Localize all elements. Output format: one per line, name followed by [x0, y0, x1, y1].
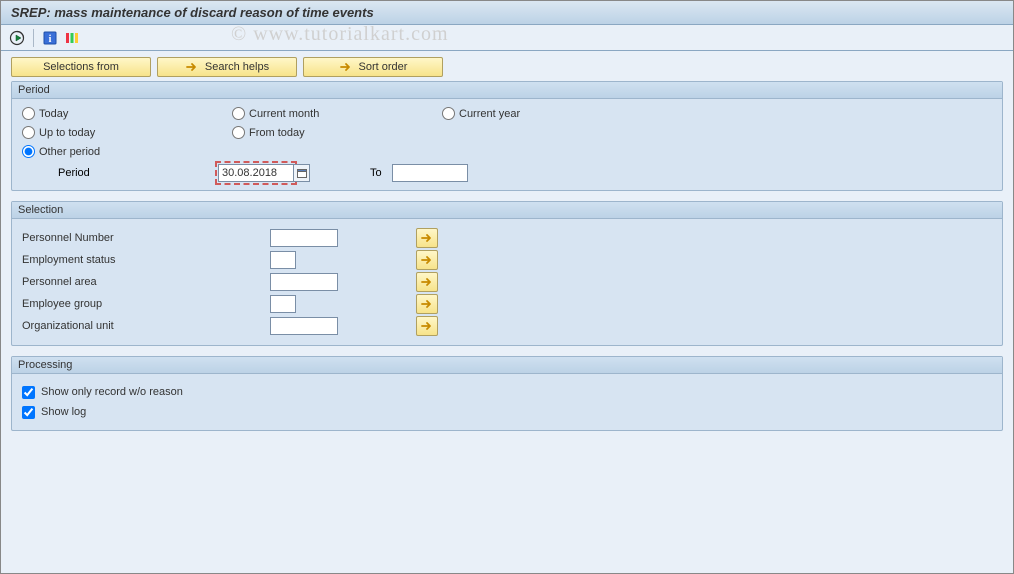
organizational-unit-input[interactable] — [270, 317, 338, 335]
radio-other-period-label: Other period — [39, 146, 100, 158]
show-only-no-reason-checkbox[interactable]: Show only record w/o reason — [22, 382, 992, 402]
personnel-number-label: Personnel Number — [22, 232, 262, 244]
show-log-label: Show log — [41, 406, 86, 418]
period-to-label: To — [370, 167, 382, 179]
period-to-input[interactable] — [392, 164, 468, 182]
radio-other-period[interactable]: Other period — [22, 145, 172, 158]
period-from-input[interactable] — [218, 164, 294, 182]
show-only-no-reason-label: Show only record w/o reason — [41, 386, 183, 398]
radio-current-year[interactable]: Current year — [442, 107, 592, 120]
personnel-area-label: Personnel area — [22, 276, 262, 288]
arrow-right-icon — [420, 297, 434, 311]
processing-legend: Processing — [12, 357, 1002, 374]
period-field-label: Period — [58, 167, 208, 179]
arrow-right-icon — [420, 275, 434, 289]
personnel-area-input[interactable] — [270, 273, 338, 291]
arrow-right-icon — [420, 319, 434, 333]
show-log-checkbox[interactable]: Show log — [22, 402, 992, 422]
radio-from-today-label: From today — [249, 127, 305, 139]
sort-order-label: Sort order — [359, 61, 408, 73]
arrow-right-icon — [420, 231, 434, 245]
personnel-area-multi-button[interactable] — [416, 272, 438, 292]
employee-group-label: Employee group — [22, 298, 262, 310]
selection-legend: Selection — [12, 202, 1002, 219]
action-button-row: Selections from Search helps Sort order — [11, 57, 1003, 77]
app-toolbar: i — [1, 25, 1013, 51]
radio-current-month[interactable]: Current month — [232, 107, 382, 120]
organizational-unit-label: Organizational unit — [22, 320, 262, 332]
radio-current-year-label: Current year — [459, 108, 520, 120]
processing-group: Processing Show only record w/o reason S… — [11, 356, 1003, 431]
radio-up-to-today[interactable]: Up to today — [22, 126, 172, 139]
sort-order-button[interactable]: Sort order — [303, 57, 443, 77]
personnel-number-input[interactable] — [270, 229, 338, 247]
arrow-right-icon — [185, 60, 199, 74]
execute-icon[interactable] — [9, 30, 25, 46]
search-helps-label: Search helps — [205, 61, 269, 73]
period-group: Period Today Current month Current year … — [11, 81, 1003, 191]
svg-text:i: i — [49, 34, 52, 45]
organizational-unit-multi-button[interactable] — [416, 316, 438, 336]
employment-status-multi-button[interactable] — [416, 250, 438, 270]
search-helps-button[interactable]: Search helps — [157, 57, 297, 77]
window-title: SREP: mass maintenance of discard reason… — [1, 1, 1013, 25]
layout-icon[interactable] — [64, 30, 80, 46]
selections-from-label: Selections from — [43, 61, 119, 73]
radio-current-month-label: Current month — [249, 108, 319, 120]
content-area: Selections from Search helps Sort order … — [1, 51, 1013, 573]
radio-today-label: Today — [39, 108, 68, 120]
period-legend: Period — [12, 82, 1002, 99]
employment-status-input[interactable] — [270, 251, 296, 269]
radio-today[interactable]: Today — [22, 107, 172, 120]
arrow-right-icon — [339, 60, 353, 74]
toolbar-divider — [33, 29, 34, 47]
personnel-number-multi-button[interactable] — [416, 228, 438, 248]
employee-group-input[interactable] — [270, 295, 296, 313]
selection-group: Selection Personnel Number Employment st… — [11, 201, 1003, 346]
employee-group-multi-button[interactable] — [416, 294, 438, 314]
info-icon[interactable]: i — [42, 30, 58, 46]
radio-from-today[interactable]: From today — [232, 126, 382, 139]
selections-from-button[interactable]: Selections from — [11, 57, 151, 77]
arrow-right-icon — [420, 253, 434, 267]
radio-up-to-today-label: Up to today — [39, 127, 95, 139]
date-picker-icon[interactable] — [294, 164, 310, 182]
employment-status-label: Employment status — [22, 254, 262, 266]
